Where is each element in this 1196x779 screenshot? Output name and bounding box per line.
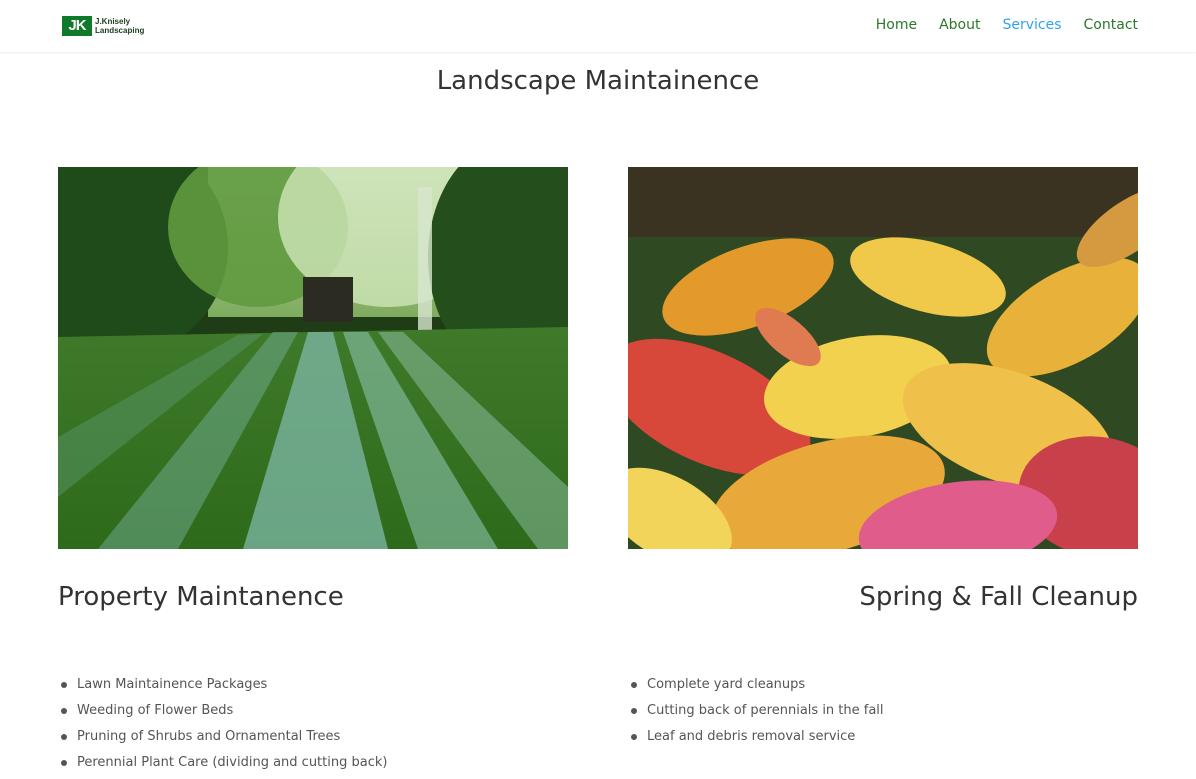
- logo-text: J.Knisely Landscaping: [95, 17, 144, 35]
- spring-fall-cleanup-list: Complete yard cleanups Cutting back of p…: [628, 672, 884, 750]
- logo-line-1: J.Knisely: [95, 17, 131, 26]
- bullet-icon: [61, 708, 67, 714]
- bullet-icon: [61, 734, 67, 740]
- list-item: Cutting back of perennials in the fall: [628, 698, 884, 724]
- list-item-text: Leaf and debris removal service: [647, 729, 856, 744]
- list-item-text: Pruning of Shrubs and Ornamental Trees: [77, 729, 341, 744]
- site-logo[interactable]: JK J.Knisely Landscaping: [62, 15, 150, 37]
- list-item: Pruning of Shrubs and Ornamental Trees: [58, 724, 387, 750]
- nav-services[interactable]: Services: [1002, 17, 1061, 33]
- list-item: Lawn Maintainence Packages: [58, 672, 387, 698]
- property-maintenance-list: Lawn Maintainence Packages Weeding of Fl…: [58, 672, 387, 776]
- page-title: Landscape Maintainence: [436, 66, 760, 96]
- bullet-icon: [631, 682, 637, 688]
- list-item-text: Weeding of Flower Beds: [77, 703, 234, 718]
- list-item: Weeding of Flower Beds: [58, 698, 387, 724]
- list-item-text: Perennial Plant Care (dividing and cutti…: [77, 755, 388, 770]
- autumn-leaves-photo: [628, 167, 1138, 549]
- bullet-icon: [61, 760, 67, 766]
- bullet-icon: [61, 682, 67, 688]
- list-item-text: Complete yard cleanups: [647, 677, 806, 692]
- list-item: Leaf and debris removal service: [628, 724, 884, 750]
- site-header: JK J.Knisely Landscaping Home About Serv…: [0, 0, 1196, 52]
- property-maintenance-title: Property Maintanence: [58, 582, 344, 612]
- nav-home[interactable]: Home: [876, 17, 917, 33]
- logo-mark: JK: [62, 16, 92, 36]
- main-nav: Home About Services Contact: [876, 17, 1138, 33]
- striped-lawn-photo: [58, 167, 568, 549]
- spring-fall-cleanup-title: Spring & Fall Cleanup: [859, 582, 1138, 612]
- list-item: Complete yard cleanups: [628, 672, 884, 698]
- bullet-icon: [631, 708, 637, 714]
- nav-about[interactable]: About: [939, 17, 980, 33]
- bullet-icon: [631, 734, 637, 740]
- list-item-text: Lawn Maintainence Packages: [77, 677, 268, 692]
- nav-contact[interactable]: Contact: [1084, 17, 1138, 33]
- logo-line-2: Landscaping: [95, 26, 145, 35]
- list-item: Perennial Plant Care (dividing and cutti…: [58, 750, 387, 776]
- list-item-text: Cutting back of perennials in the fall: [647, 703, 884, 718]
